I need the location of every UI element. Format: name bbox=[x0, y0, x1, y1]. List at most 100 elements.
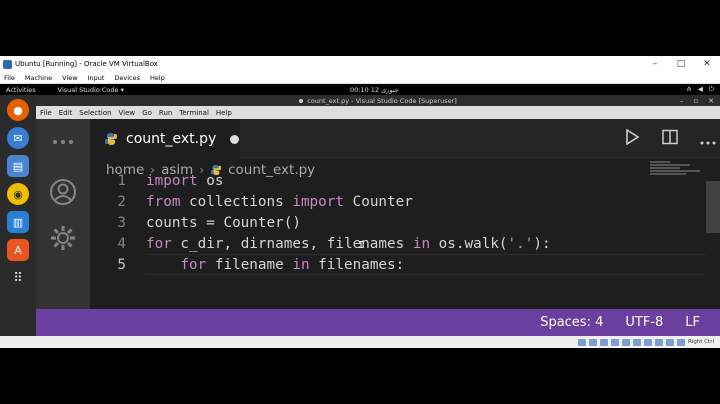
shared-folders-icon[interactable] bbox=[632, 338, 641, 346]
software-center-icon[interactable]: A bbox=[7, 239, 29, 261]
code-line[interactable]: 1 import os bbox=[90, 171, 720, 192]
run-python-file-icon[interactable] bbox=[624, 128, 640, 149]
vscode-window-title: count_ext.py - Visual Studio Code [Super… bbox=[307, 96, 457, 105]
line-number: 5 bbox=[117, 256, 126, 273]
vscode-menubar: File Edit Selection View Go Run Terminal… bbox=[36, 106, 720, 119]
code-token: import bbox=[146, 173, 198, 190]
encoding-status[interactable]: UTF-8 bbox=[625, 315, 663, 330]
code-editor[interactable]: 1 import os 2 from collections import Count… bbox=[90, 171, 720, 275]
line-number: 2 bbox=[117, 194, 126, 211]
current-line-highlight bbox=[146, 254, 706, 275]
clock[interactable]: 00:10 12 جنوری bbox=[350, 86, 399, 94]
editor-actions bbox=[624, 119, 720, 159]
libreoffice-writer-icon[interactable]: ▥ bbox=[7, 211, 29, 233]
code-token: os.walk( bbox=[430, 235, 508, 252]
system-tray[interactable]: ⋔ ◀ ⏻ bbox=[686, 85, 714, 94]
split-editor-icon[interactable] bbox=[662, 129, 678, 149]
code-line[interactable]: 4 for c_dir, dirnames, filenames in os.wa… bbox=[90, 233, 720, 254]
keyboard-capture-icon[interactable] bbox=[676, 338, 685, 346]
vertical-scrollbar[interactable] bbox=[706, 181, 720, 233]
show-apps-icon[interactable]: ⠿ bbox=[7, 267, 29, 289]
display-icon[interactable] bbox=[643, 338, 652, 346]
activity-bar bbox=[36, 119, 90, 309]
host-key-label: Right Ctrl bbox=[687, 339, 714, 345]
vs-menu-go[interactable]: Go bbox=[142, 109, 152, 117]
code-token: c_dir, dirnames, filenames bbox=[171, 235, 413, 252]
hard-disk-icon[interactable] bbox=[577, 338, 586, 346]
vscode-window: count_ext.py - Visual Studio Code [Super… bbox=[36, 95, 720, 336]
code-token: collections bbox=[180, 194, 293, 211]
audio-icon[interactable] bbox=[599, 338, 608, 346]
guest-display[interactable]: Activities Visual Studio Code ▾ 00:10 12… bbox=[0, 84, 720, 336]
vs-menu-run[interactable]: Run bbox=[159, 109, 172, 117]
menu-view[interactable]: View bbox=[62, 74, 77, 82]
code-line[interactable]: 3 counts = Counter() bbox=[90, 213, 720, 234]
virtualbox-titlebar: Ubuntu [Running] - Oracle VM VirtualBox … bbox=[0, 56, 720, 72]
modified-indicator-icon[interactable] bbox=[230, 134, 240, 144]
menu-input[interactable]: Input bbox=[88, 74, 105, 82]
firefox-icon[interactable]: ● bbox=[7, 99, 29, 121]
network-icon: ⋔ bbox=[686, 85, 692, 93]
account-icon[interactable] bbox=[36, 169, 90, 215]
vs-menu-terminal[interactable]: Terminal bbox=[179, 109, 209, 117]
vscode-close-button[interactable]: ✕ bbox=[708, 97, 714, 105]
virtualbox-statusbar: Right Ctrl bbox=[0, 336, 720, 348]
network-adapter-icon[interactable] bbox=[610, 338, 619, 346]
virtualbox-window-title: Ubuntu [Running] - Oracle VM VirtualBox bbox=[15, 60, 158, 68]
maximize-button[interactable]: □ bbox=[668, 59, 694, 69]
usb-icon[interactable] bbox=[621, 338, 630, 346]
power-icon: ⏻ bbox=[708, 85, 714, 93]
line-number: 3 bbox=[117, 214, 126, 231]
code-token: import bbox=[292, 194, 344, 211]
app-menu[interactable]: Visual Studio Code ▾ bbox=[58, 86, 124, 94]
more-actions-icon[interactable] bbox=[36, 119, 90, 165]
vscode-minimize-button[interactable]: – bbox=[680, 97, 684, 105]
virtualbox-window: Ubuntu [Running] - Oracle VM VirtualBox … bbox=[0, 56, 720, 348]
tab-label: count_ext.py bbox=[126, 131, 217, 147]
code-token: for bbox=[146, 235, 172, 252]
tab-bar: count_ext.py bbox=[90, 119, 720, 159]
thunderbird-icon[interactable]: ✉ bbox=[7, 127, 29, 149]
code-token: ): bbox=[533, 235, 551, 252]
vscode-titlebar: count_ext.py - Visual Studio Code [Super… bbox=[36, 95, 720, 106]
more-editor-actions-icon[interactable] bbox=[700, 130, 716, 149]
unsaved-dot-icon bbox=[299, 98, 304, 103]
code-line[interactable]: 2 from collections import Counter bbox=[90, 192, 720, 213]
vs-menu-edit[interactable]: Edit bbox=[59, 109, 73, 117]
gnome-top-bar: Activities Visual Studio Code ▾ 00:10 12… bbox=[0, 84, 720, 95]
menu-machine[interactable]: Machine bbox=[25, 74, 52, 82]
mouse-cursor-ibeam: I bbox=[358, 240, 365, 251]
menu-help[interactable]: Help bbox=[150, 74, 165, 82]
vs-menu-file[interactable]: File bbox=[40, 109, 52, 117]
line-number: 1 bbox=[117, 173, 126, 190]
ubuntu-dock: ● ✉ ▤ ◉ ▥ A ⠿ bbox=[0, 95, 36, 336]
volume-icon: ◀ bbox=[697, 85, 703, 93]
code-token: counts = Counter() bbox=[146, 214, 301, 231]
eol-status[interactable]: LF bbox=[685, 315, 700, 330]
indentation-status[interactable]: Spaces: 4 bbox=[540, 315, 603, 330]
menu-file[interactable]: File bbox=[4, 74, 15, 82]
editor-area[interactable]: count_ext.py home › asim › count_ext.py … bbox=[90, 119, 720, 309]
code-token: from bbox=[146, 194, 181, 211]
files-icon[interactable]: ▤ bbox=[7, 155, 29, 177]
optical-drive-icon[interactable] bbox=[588, 338, 597, 346]
activities-button[interactable]: Activities bbox=[6, 86, 36, 94]
python-file-icon bbox=[105, 133, 117, 145]
menu-devices[interactable]: Devices bbox=[114, 74, 140, 82]
code-token: '.' bbox=[507, 235, 534, 252]
rhythmbox-icon[interactable]: ◉ bbox=[7, 183, 29, 205]
vscode-restore-button[interactable]: ▫ bbox=[693, 97, 698, 105]
code-token: in bbox=[412, 235, 431, 252]
vs-menu-help[interactable]: Help bbox=[216, 109, 232, 117]
close-button[interactable]: ✕ bbox=[694, 59, 720, 69]
manage-gear-icon[interactable] bbox=[36, 215, 90, 261]
tab-count-ext-py[interactable]: count_ext.py bbox=[90, 119, 240, 159]
mouse-integration-icon[interactable] bbox=[665, 338, 674, 346]
code-token: os bbox=[197, 173, 224, 190]
minimize-button[interactable]: – bbox=[642, 59, 668, 69]
video-capture-icon[interactable] bbox=[654, 338, 663, 346]
vs-menu-view[interactable]: View bbox=[119, 109, 136, 117]
code-token: Counter bbox=[344, 194, 413, 211]
vs-menu-selection[interactable]: Selection bbox=[79, 109, 111, 117]
minimap[interactable] bbox=[650, 161, 700, 177]
